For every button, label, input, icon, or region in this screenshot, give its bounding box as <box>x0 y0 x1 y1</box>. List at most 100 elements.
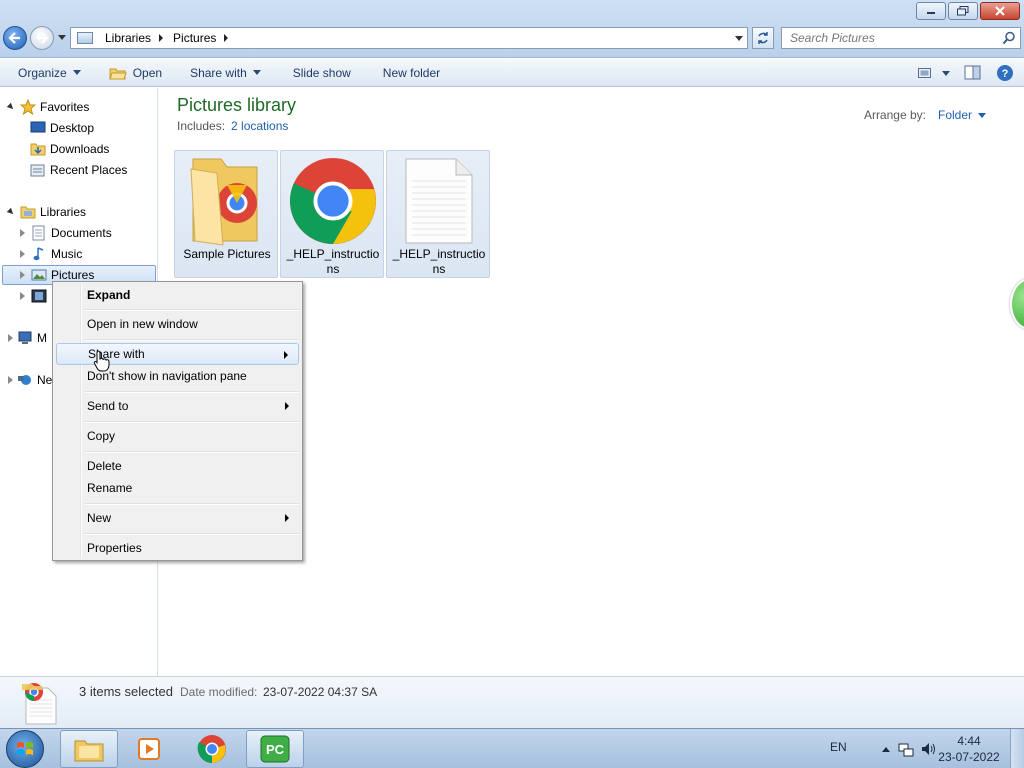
menu-item-delete[interactable]: Delete <box>56 455 299 477</box>
share-with-label: Share with <box>190 65 247 80</box>
system-clock[interactable]: 4:44 23-07-2022 <box>938 733 1000 765</box>
start-button[interactable] <box>6 730 44 768</box>
preview-pane-icon[interactable] <box>964 65 982 81</box>
volume-icon[interactable] <box>920 741 936 757</box>
file-tile-help-text[interactable]: _HELP_instructions <box>386 150 490 278</box>
nav-documents-label: Documents <box>51 226 112 240</box>
file-label: _HELP_instructions <box>392 247 486 276</box>
forward-arrow-icon <box>37 32 49 44</box>
breadcrumb-separator-icon[interactable] <box>224 34 229 42</box>
chevron-down-icon <box>942 70 950 76</box>
slide-show-button[interactable]: Slide show <box>277 59 367 87</box>
menu-item-new[interactable]: New <box>56 507 299 529</box>
collapsed-arrow-icon[interactable] <box>20 250 25 258</box>
nav-desktop-label: Desktop <box>50 121 95 135</box>
show-hidden-icons-icon[interactable] <box>880 743 892 755</box>
menu-item-open-new-window[interactable]: Open in new window <box>56 313 299 335</box>
nav-recent-places[interactable]: Recent Places <box>30 160 127 180</box>
nav-network[interactable]: Ne <box>8 370 52 390</box>
menu-separator <box>85 309 299 311</box>
includes-label: Includes: <box>177 119 226 133</box>
network-status-icon[interactable] <box>898 741 914 757</box>
nav-music[interactable]: Music <box>20 244 82 264</box>
close-button[interactable] <box>980 2 1020 20</box>
nav-videos[interactable] <box>20 286 51 306</box>
search-placeholder: Search Pictures <box>790 31 875 45</box>
back-arrow-icon <box>8 32 20 44</box>
search-input[interactable]: Search Pictures <box>781 27 1021 49</box>
library-location-icon <box>77 32 93 44</box>
file-label: _HELP_instructions <box>286 247 380 276</box>
organize-label: Organize <box>18 65 67 80</box>
text-file-icon <box>395 155 483 247</box>
address-bar[interactable]: Libraries Pictures <box>70 27 748 49</box>
help-icon[interactable]: ? <box>996 64 1014 82</box>
search-icon[interactable] <box>1002 31 1016 45</box>
refresh-button[interactable] <box>752 27 774 49</box>
menu-item-copy[interactable]: Copy <box>56 425 299 447</box>
address-history-dropdown[interactable] <box>735 36 743 41</box>
recent-pages-dropdown[interactable] <box>58 35 66 40</box>
menu-item-label: Copy <box>87 429 116 443</box>
menu-separator <box>85 421 299 423</box>
menu-item-expand[interactable]: Expand <box>56 284 299 306</box>
forward-button[interactable] <box>30 26 54 50</box>
file-tile-help-chrome[interactable]: _HELP_instructions <box>280 150 384 278</box>
collapsed-arrow-icon[interactable] <box>20 271 25 279</box>
command-bar: Organize Open Share with Slide show New … <box>0 59 1024 87</box>
nav-downloads[interactable]: Downloads <box>30 139 109 159</box>
organize-button[interactable]: Organize <box>0 59 97 87</box>
expanded-arrow-icon[interactable] <box>6 102 16 112</box>
arrange-by-dropdown[interactable]: Folder <box>938 108 986 122</box>
new-folder-button[interactable]: New folder <box>367 59 456 87</box>
back-button[interactable] <box>3 26 27 50</box>
pictures-icon <box>31 267 47 283</box>
file-tile-sample-pictures[interactable]: Sample Pictures <box>174 150 278 278</box>
recent-places-icon <box>30 162 46 178</box>
language-indicator[interactable]: EN <box>830 740 847 754</box>
minimize-button[interactable] <box>916 2 946 20</box>
arrange-by-value: Folder <box>937 108 972 122</box>
collapsed-arrow-icon[interactable] <box>8 376 13 384</box>
open-button[interactable]: Open <box>97 59 178 87</box>
date-modified-value: 23-07-2022 04:37 SA <box>263 685 378 699</box>
breadcrumb-pictures[interactable]: Pictures <box>173 31 216 45</box>
menu-item-rename[interactable]: Rename <box>56 477 299 499</box>
taskbar-media-player[interactable] <box>120 730 178 768</box>
taskbar-chrome[interactable] <box>183 730 241 768</box>
menu-item-properties[interactable]: Properties <box>56 537 299 559</box>
nav-pictures-label: Pictures <box>51 268 95 282</box>
libraries-icon <box>20 204 36 220</box>
menu-item-label: Properties <box>87 541 142 555</box>
taskbar-explorer[interactable] <box>60 730 118 768</box>
menu-separator <box>85 503 299 505</box>
change-view-button[interactable] <box>918 67 950 79</box>
menu-item-send-to[interactable]: Send to <box>56 395 299 417</box>
view-controls: ? <box>918 64 1014 82</box>
collapsed-arrow-icon[interactable] <box>8 334 13 342</box>
expanded-arrow-icon[interactable] <box>6 207 16 217</box>
breadcrumb-separator-icon[interactable] <box>159 34 164 42</box>
show-desktop-button[interactable] <box>1010 729 1024 768</box>
view-icon <box>918 68 931 78</box>
folder-open-icon <box>109 68 127 79</box>
collapsed-arrow-icon[interactable] <box>20 229 25 237</box>
library-includes: Includes: 2 locations <box>177 119 288 133</box>
network-icon <box>17 372 33 388</box>
clock-date: 23-07-2022 <box>938 750 1000 764</box>
nav-libraries[interactable]: Libraries <box>6 202 86 222</box>
nav-computer[interactable]: M <box>8 328 47 348</box>
share-with-button[interactable]: Share with <box>178 59 277 87</box>
taskbar-pc-app[interactable]: PC <box>246 730 304 768</box>
collapsed-arrow-icon[interactable] <box>20 292 25 300</box>
nav-documents[interactable]: Documents <box>20 223 112 243</box>
nav-desktop[interactable]: Desktop <box>30 118 94 138</box>
menu-item-label: Expand <box>87 288 131 302</box>
pc-app-icon: PC <box>260 735 290 763</box>
restore-button[interactable] <box>948 2 978 20</box>
locations-link[interactable]: 2 locations <box>231 119 288 133</box>
nav-favorites[interactable]: Favorites <box>6 97 89 117</box>
taskbar: PC EN 4:44 23-07-2022 <box>0 728 1024 768</box>
title-bar: Libraries Pictures Search Pictures <box>0 0 1024 58</box>
breadcrumb-libraries[interactable]: Libraries <box>105 31 151 45</box>
